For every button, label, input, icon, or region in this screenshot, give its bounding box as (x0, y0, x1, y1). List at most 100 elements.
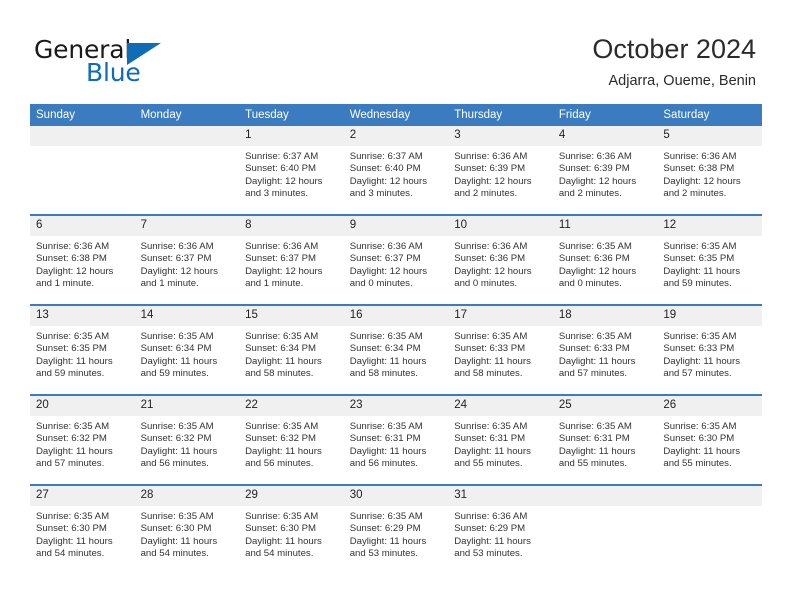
day-details: Sunrise: 6:36 AM Sunset: 6:37 PM Daylight:… (239, 236, 344, 291)
calendar-cell-day[interactable]: 17 Sunrise: 6:35 AM Sunset: 6:33 PM Dayligh… (448, 304, 553, 395)
daylight-text: Daylight: 11 hours (349, 355, 427, 367)
daylight-text: Daylight: 12 hours (454, 175, 532, 187)
day-details: Sunrise: 6:35 AM Sunset: 6:32 PM Daylight:… (30, 416, 135, 471)
calendar-cell-day[interactable]: 13 Sunrise: 6:35 AM Sunset: 6:35 PM Dayligh… (30, 304, 135, 395)
calendar-cell-day[interactable]: 27 Sunrise: 6:35 AM Sunset: 6:30 PM Dayligh… (30, 484, 135, 574)
sunset-text: Sunset: 6:32 PM (36, 433, 107, 445)
weekday-header-wednesday: Wednesday (343, 104, 449, 126)
calendar-cell-day[interactable]: 8 Sunrise: 6:36 AM Sunset: 6:37 PM Daylight… (239, 214, 344, 305)
daylight-text: Daylight: 11 hours (245, 445, 322, 457)
calendar-cell-day[interactable]: 5 Sunrise: 6:36 AM Sunset: 6:38 PM Daylight… (657, 126, 762, 215)
calendar-cell-day[interactable]: 12 Sunrise: 6:35 AM Sunset: 6:35 PM Dayligh… (657, 214, 762, 305)
calendar-cell-day[interactable]: 9 Sunrise: 6:36 AM Sunset: 6:37 PM Daylight… (343, 214, 449, 305)
calendar-cell-day[interactable]: 4 Sunrise: 6:36 AM Sunset: 6:39 PM Daylight… (552, 126, 658, 215)
calendar-body: 1 Sunrise: 6:37 AM Sunset: 6:40 PM Daylight… (30, 126, 762, 574)
day-details: Sunrise: 6:35 AM Sunset: 6:31 PM Daylight:… (553, 416, 658, 471)
daylight-text-cont: and 55 minutes. (454, 458, 523, 470)
calendar-cell-day[interactable]: 31 Sunrise: 6:36 AM Sunset: 6:29 PM Dayligh… (448, 484, 553, 574)
day-number: 7 (134, 216, 240, 236)
calendar-cell-day[interactable]: 14 Sunrise: 6:35 AM Sunset: 6:34 PM Dayligh… (134, 304, 240, 395)
sunset-text: Sunset: 6:40 PM (349, 163, 421, 175)
calendar-cell-empty (134, 126, 240, 215)
daylight-text: Daylight: 11 hours (558, 355, 636, 367)
daylight-text-cont: and 59 minutes. (36, 368, 105, 380)
daylight-text: Daylight: 12 hours (349, 175, 428, 187)
weekday-header-sunday: Sunday (30, 104, 135, 126)
daylight-text-cont: and 54 minutes. (140, 548, 209, 560)
daylight-text: Daylight: 11 hours (454, 445, 531, 457)
day-number: 27 (30, 486, 135, 506)
sunset-text: Sunset: 6:37 PM (349, 253, 421, 265)
sunset-text: Sunset: 6:39 PM (454, 163, 526, 175)
sunset-text: Sunset: 6:34 PM (349, 343, 421, 355)
calendar-cell-day[interactable]: 29 Sunrise: 6:35 AM Sunset: 6:30 PM Dayligh… (239, 484, 344, 574)
day-number: 10 (448, 216, 553, 236)
calendar-page: General Blue October 2024 Adjarra, Oueme… (0, 0, 792, 612)
day-number: 3 (448, 126, 553, 146)
day-details (135, 146, 240, 151)
day-number: 23 (343, 396, 449, 416)
calendar-cell-day[interactable]: 3 Sunrise: 6:36 AM Sunset: 6:39 PM Daylight… (448, 126, 553, 215)
sunrise-text: Sunrise: 6:36 AM (36, 241, 110, 252)
calendar-cell-day[interactable]: 22 Sunrise: 6:35 AM Sunset: 6:32 PM Dayligh… (239, 394, 344, 485)
calendar-cell-day[interactable]: 21 Sunrise: 6:35 AM Sunset: 6:32 PM Dayligh… (134, 394, 240, 485)
calendar-week-row: 27 Sunrise: 6:35 AM Sunset: 6:30 PM Dayligh… (30, 484, 762, 574)
calendar-cell-day[interactable]: 25 Sunrise: 6:35 AM Sunset: 6:31 PM Dayligh… (552, 394, 658, 485)
calendar-cell-day[interactable]: 30 Sunrise: 6:35 AM Sunset: 6:29 PM Dayligh… (343, 484, 449, 574)
day-details: Sunrise: 6:35 AM Sunset: 6:31 PM Daylight:… (448, 416, 553, 471)
calendar-cell-day[interactable]: 1 Sunrise: 6:37 AM Sunset: 6:40 PM Daylight… (239, 126, 344, 215)
daylight-text: Daylight: 11 hours (36, 535, 113, 547)
general-blue-logo[interactable]: General Blue (34, 36, 234, 88)
calendar-cell-day[interactable]: 16 Sunrise: 6:35 AM Sunset: 6:34 PM Dayligh… (343, 304, 449, 395)
sunrise-text: Sunrise: 6:36 AM (140, 241, 214, 252)
calendar-table: Sunday Monday Tuesday Wednesday Thursday… (30, 104, 762, 574)
calendar-cell-day[interactable]: 20 Sunrise: 6:35 AM Sunset: 6:32 PM Dayligh… (30, 394, 135, 485)
calendar-cell-day[interactable]: 26 Sunrise: 6:35 AM Sunset: 6:30 PM Dayligh… (657, 394, 762, 485)
sunset-text: Sunset: 6:29 PM (454, 523, 526, 535)
sunset-text: Sunset: 6:30 PM (663, 433, 735, 445)
daylight-text: Daylight: 12 hours (558, 175, 637, 187)
calendar-cell-day[interactable]: 7 Sunrise: 6:36 AM Sunset: 6:37 PM Daylight… (134, 214, 240, 305)
daylight-text-cont: and 55 minutes. (663, 458, 732, 470)
calendar-cell-day[interactable]: 15 Sunrise: 6:35 AM Sunset: 6:34 PM Dayligh… (239, 304, 344, 395)
day-details: Sunrise: 6:35 AM Sunset: 6:30 PM Daylight:… (239, 506, 344, 561)
calendar-cell-day[interactable]: 11 Sunrise: 6:35 AM Sunset: 6:36 PM Dayligh… (552, 214, 658, 305)
sunrise-text: Sunrise: 6:35 AM (349, 511, 423, 522)
day-number: 9 (343, 216, 449, 236)
daylight-text-cont: and 53 minutes. (454, 548, 523, 560)
calendar-cell-day[interactable]: 10 Sunrise: 6:36 AM Sunset: 6:36 PM Dayligh… (448, 214, 553, 305)
sunrise-text: Sunrise: 6:35 AM (245, 511, 319, 522)
day-number: 18 (552, 306, 658, 326)
sunset-text: Sunset: 6:36 PM (558, 253, 630, 265)
daylight-text-cont: and 1 minute. (245, 278, 304, 290)
sunset-text: Sunset: 6:39 PM (558, 163, 630, 175)
calendar-cell-day[interactable]: 19 Sunrise: 6:35 AM Sunset: 6:33 PM Dayligh… (657, 304, 762, 395)
day-details: Sunrise: 6:35 AM Sunset: 6:35 PM Daylight:… (30, 326, 135, 381)
day-number: 17 (448, 306, 553, 326)
calendar-cell-day[interactable]: 23 Sunrise: 6:35 AM Sunset: 6:31 PM Dayligh… (343, 394, 449, 485)
calendar-cell-day[interactable]: 18 Sunrise: 6:35 AM Sunset: 6:33 PM Dayligh… (552, 304, 658, 395)
sunset-text: Sunset: 6:37 PM (140, 253, 212, 265)
calendar-cell-day[interactable]: 6 Sunrise: 6:36 AM Sunset: 6:38 PM Daylight… (30, 214, 135, 305)
day-number (657, 486, 762, 506)
daylight-text: Daylight: 12 hours (140, 265, 218, 277)
sunrise-text: Sunrise: 6:36 AM (454, 151, 528, 162)
daylight-text-cont: and 3 minutes. (349, 188, 413, 200)
sunrise-text: Sunrise: 6:35 AM (140, 421, 214, 432)
sunset-text: Sunset: 6:35 PM (36, 343, 107, 355)
daylight-text: Daylight: 11 hours (454, 355, 531, 367)
daylight-text-cont: and 59 minutes. (663, 278, 732, 290)
day-details: Sunrise: 6:35 AM Sunset: 6:33 PM Daylight:… (448, 326, 553, 381)
day-number: 8 (239, 216, 344, 236)
day-number: 1 (239, 126, 344, 146)
day-details: Sunrise: 6:36 AM Sunset: 6:38 PM Daylight:… (657, 146, 762, 201)
logo-text-blue: Blue (86, 58, 141, 87)
daylight-text-cont: and 55 minutes. (558, 458, 628, 470)
calendar-cell-day[interactable]: 24 Sunrise: 6:35 AM Sunset: 6:31 PM Dayligh… (448, 394, 553, 485)
day-details: Sunrise: 6:36 AM Sunset: 6:38 PM Daylight:… (30, 236, 135, 291)
sunrise-text: Sunrise: 6:35 AM (558, 241, 632, 252)
daylight-text-cont: and 2 minutes. (558, 188, 622, 200)
daylight-text: Daylight: 11 hours (140, 445, 218, 457)
calendar-cell-day[interactable]: 2 Sunrise: 6:37 AM Sunset: 6:40 PM Daylight… (343, 126, 449, 215)
calendar-cell-day[interactable]: 28 Sunrise: 6:35 AM Sunset: 6:30 PM Dayligh… (134, 484, 240, 574)
